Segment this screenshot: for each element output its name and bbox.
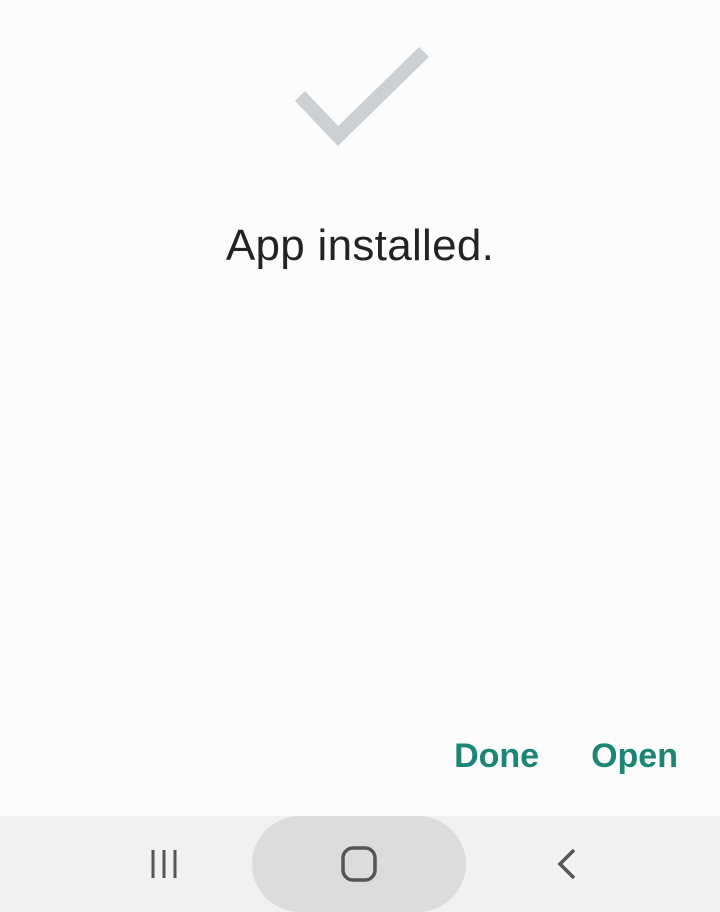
home-button[interactable] [252, 816, 466, 912]
install-complete-screen: App installed. Done Open [0, 0, 720, 912]
recents-button[interactable] [96, 816, 232, 912]
back-icon [557, 848, 576, 880]
back-button[interactable] [500, 816, 636, 912]
open-button[interactable]: Open [589, 728, 680, 784]
recents-icon [151, 850, 177, 878]
done-button[interactable]: Done [452, 728, 541, 784]
checkmark-icon [294, 46, 429, 146]
system-navigation-bar [0, 816, 720, 912]
install-status-message: App installed. [225, 221, 495, 270]
home-icon [341, 846, 377, 882]
dialog-actions: Done Open [452, 728, 680, 784]
